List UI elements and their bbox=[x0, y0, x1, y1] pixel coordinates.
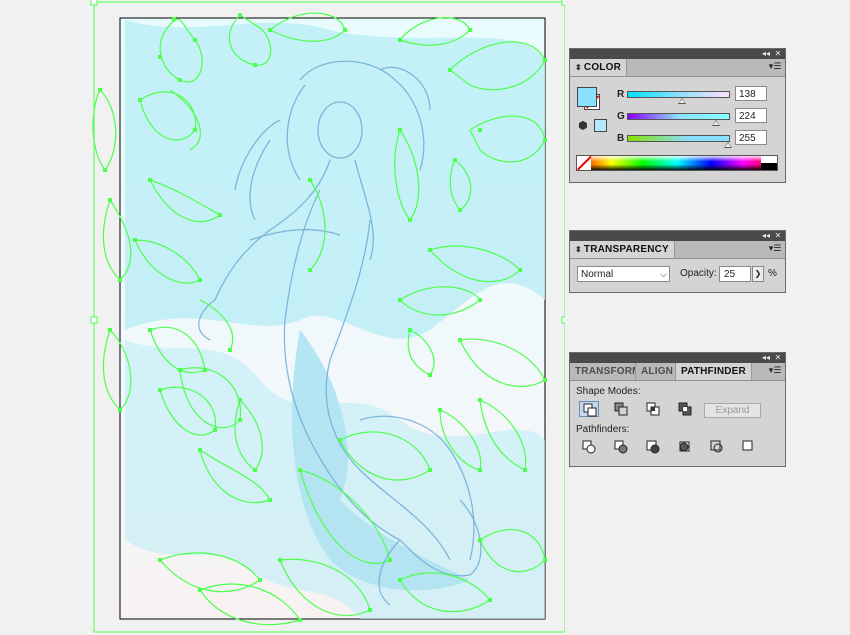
merge-icon[interactable] bbox=[643, 439, 663, 455]
divide-icon[interactable] bbox=[579, 439, 599, 455]
close-panel-icon[interactable]: ✕ bbox=[772, 231, 784, 241]
blend-mode-value: Normal bbox=[581, 269, 614, 280]
close-panel-icon[interactable]: ✕ bbox=[772, 353, 784, 363]
tab-pathfinder[interactable]: PATHFINDER bbox=[676, 363, 752, 380]
exclude-icon[interactable] bbox=[675, 401, 695, 417]
none-color-icon[interactable] bbox=[577, 156, 591, 170]
pathfinders-label: Pathfinders: bbox=[576, 424, 630, 435]
fill-swatch[interactable] bbox=[577, 87, 597, 107]
close-panel-icon[interactable]: ✕ bbox=[772, 49, 784, 59]
blue-value-input[interactable]: 255 bbox=[735, 130, 767, 145]
collapse-panel-icon[interactable]: ◂◂ bbox=[760, 49, 772, 59]
opacity-slider-toggle[interactable]: ❯ bbox=[752, 266, 764, 282]
tab-transparency-label: TRANSPARENCY bbox=[583, 244, 669, 255]
artboard-canvas[interactable] bbox=[0, 0, 565, 635]
black-white-swatch[interactable] bbox=[761, 156, 777, 170]
outline-icon[interactable] bbox=[707, 439, 727, 455]
blue-channel-label: B bbox=[617, 133, 625, 144]
tab-expand-arrows-icon: ⬍ bbox=[575, 245, 582, 254]
crop-icon[interactable] bbox=[675, 439, 695, 455]
chevron-down-icon: ⌵ bbox=[660, 270, 667, 280]
red-value-input[interactable]: 138 bbox=[735, 86, 767, 101]
expand-button[interactable]: Expand bbox=[704, 403, 761, 418]
unite-icon[interactable] bbox=[579, 401, 599, 417]
opacity-input[interactable]: 25 bbox=[719, 266, 751, 282]
red-slider[interactable] bbox=[627, 91, 730, 98]
opacity-unit: % bbox=[768, 268, 777, 279]
collapse-panel-icon[interactable]: ◂◂ bbox=[760, 231, 772, 241]
panel-menu-icon[interactable]: ▾☰ bbox=[768, 366, 782, 377]
intersect-icon[interactable] bbox=[643, 401, 663, 417]
opacity-label: Opacity: bbox=[680, 268, 717, 279]
minus-back-icon[interactable] bbox=[739, 439, 759, 455]
out-of-gamut-cube-icon[interactable]: ⬢ bbox=[578, 119, 588, 132]
transparency-panel: ◂◂ ✕ ⬍ TRANSPARENCY ▾☰ Normal ⌵ Opacity: … bbox=[569, 230, 786, 293]
color-panel: ◂◂ ✕ ⬍ COLOR ▾☰ ⬢ R 138 G 224 B 255 bbox=[569, 48, 786, 183]
panel-menu-icon[interactable]: ▾☰ bbox=[768, 62, 782, 73]
green-slider-thumb[interactable] bbox=[712, 120, 720, 126]
artwork[interactable] bbox=[0, 0, 565, 635]
color-tab-row: ⬍ COLOR ▾☰ bbox=[570, 59, 785, 77]
tab-transparency[interactable]: ⬍ TRANSPARENCY bbox=[570, 241, 675, 258]
tab-transform[interactable]: TRANSFORM bbox=[570, 363, 636, 380]
blue-slider-thumb[interactable] bbox=[724, 142, 732, 148]
shape-modes-label: Shape Modes: bbox=[576, 386, 641, 397]
tab-expand-arrows-icon: ⬍ bbox=[575, 63, 582, 72]
blue-slider[interactable] bbox=[627, 135, 730, 142]
panel-title-bar[interactable]: ◂◂ ✕ bbox=[570, 231, 785, 241]
green-value-input[interactable]: 224 bbox=[735, 108, 767, 123]
red-slider-thumb[interactable] bbox=[678, 98, 686, 104]
panel-title-bar[interactable]: ◂◂ ✕ bbox=[570, 49, 785, 59]
color-spectrum-ramp[interactable] bbox=[576, 155, 778, 171]
tab-color-label: COLOR bbox=[583, 62, 622, 73]
collapse-panel-icon[interactable]: ◂◂ bbox=[760, 353, 772, 363]
panel-menu-icon[interactable]: ▾☰ bbox=[768, 244, 782, 255]
tab-align[interactable]: ALIGN bbox=[636, 363, 676, 380]
transparency-tab-row: ⬍ TRANSPARENCY ▾☰ bbox=[570, 241, 785, 259]
panel-title-bar[interactable]: ◂◂ ✕ bbox=[570, 353, 785, 363]
tab-color[interactable]: ⬍ COLOR bbox=[570, 59, 628, 76]
pathfinder-panel: ◂◂ ✕ TRANSFORM ALIGN PATHFINDER ▾☰ Shape… bbox=[569, 352, 786, 467]
minus-front-icon[interactable] bbox=[611, 401, 631, 417]
pathfinder-tab-row: TRANSFORM ALIGN PATHFINDER ▾☰ bbox=[570, 363, 785, 381]
web-safe-swatch[interactable] bbox=[594, 119, 607, 132]
trim-icon[interactable] bbox=[611, 439, 631, 455]
green-channel-label: G bbox=[617, 111, 625, 122]
green-slider[interactable] bbox=[627, 113, 730, 120]
blend-mode-select[interactable]: Normal ⌵ bbox=[577, 266, 670, 282]
red-channel-label: R bbox=[617, 89, 625, 100]
